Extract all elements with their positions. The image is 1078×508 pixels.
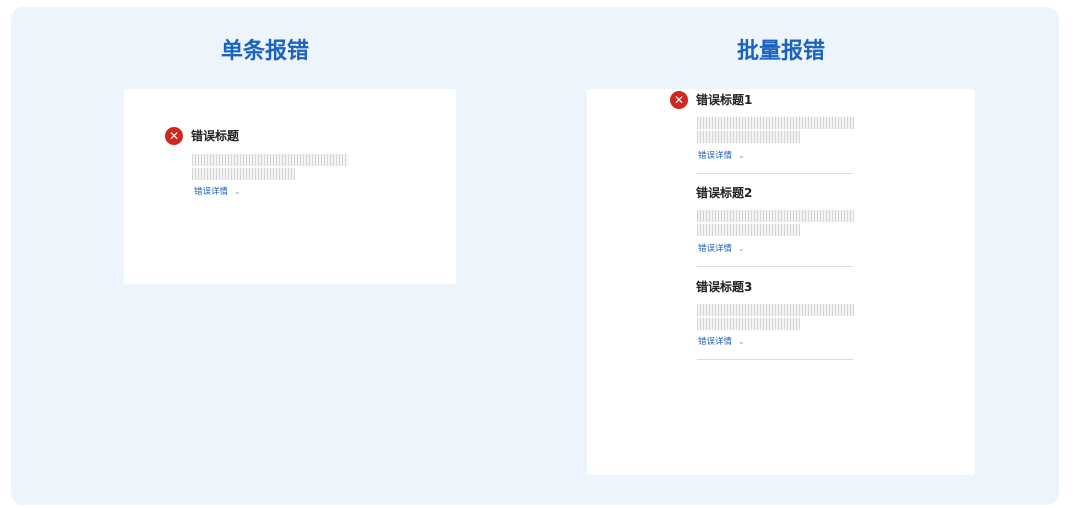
error-message-placeholder: [192, 154, 348, 166]
error-message-placeholder: [697, 224, 800, 236]
error-details-toggle[interactable]: 错误详情 ⌄: [698, 151, 745, 161]
error-message-placeholder: [697, 304, 854, 316]
error-title: 错误标题3: [696, 280, 753, 294]
chevron-down-icon: ⌄: [738, 151, 745, 160]
chevron-down-icon: ⌄: [234, 187, 241, 196]
chevron-down-icon: ⌄: [738, 244, 745, 253]
error-details-label: 错误详情: [698, 337, 733, 347]
error-title: 错误标题: [191, 129, 240, 143]
error-message-placeholder: [697, 117, 854, 129]
divider: [697, 173, 853, 174]
single-error-card: [124, 89, 456, 284]
batch-error-heading: 批量报错: [736, 39, 826, 64]
batch-error-card: [587, 89, 975, 475]
error-message-placeholder: [697, 210, 854, 222]
divider: [697, 359, 853, 360]
error-details-toggle[interactable]: 错误详情 ⌄: [698, 244, 745, 254]
error-details-label: 错误详情: [698, 244, 733, 254]
error-title: 错误标题2: [696, 186, 753, 200]
error-message-placeholder: [192, 168, 295, 180]
error-title: 错误标题1: [696, 93, 753, 107]
chevron-down-icon: ⌄: [738, 337, 745, 346]
single-error-heading: 单条报错: [220, 39, 310, 64]
error-details-label: 错误详情: [194, 187, 229, 197]
error-message-placeholder: [697, 131, 800, 143]
error-details-toggle[interactable]: 错误详情 ⌄: [194, 187, 241, 197]
divider: [697, 266, 853, 267]
error-details-toggle[interactable]: 错误详情 ⌄: [698, 337, 745, 347]
error-x-circle-icon: ✕: [670, 91, 688, 109]
error-x-circle-icon: ✕: [165, 127, 183, 145]
error-details-label: 错误详情: [698, 151, 733, 161]
error-message-placeholder: [697, 318, 800, 330]
